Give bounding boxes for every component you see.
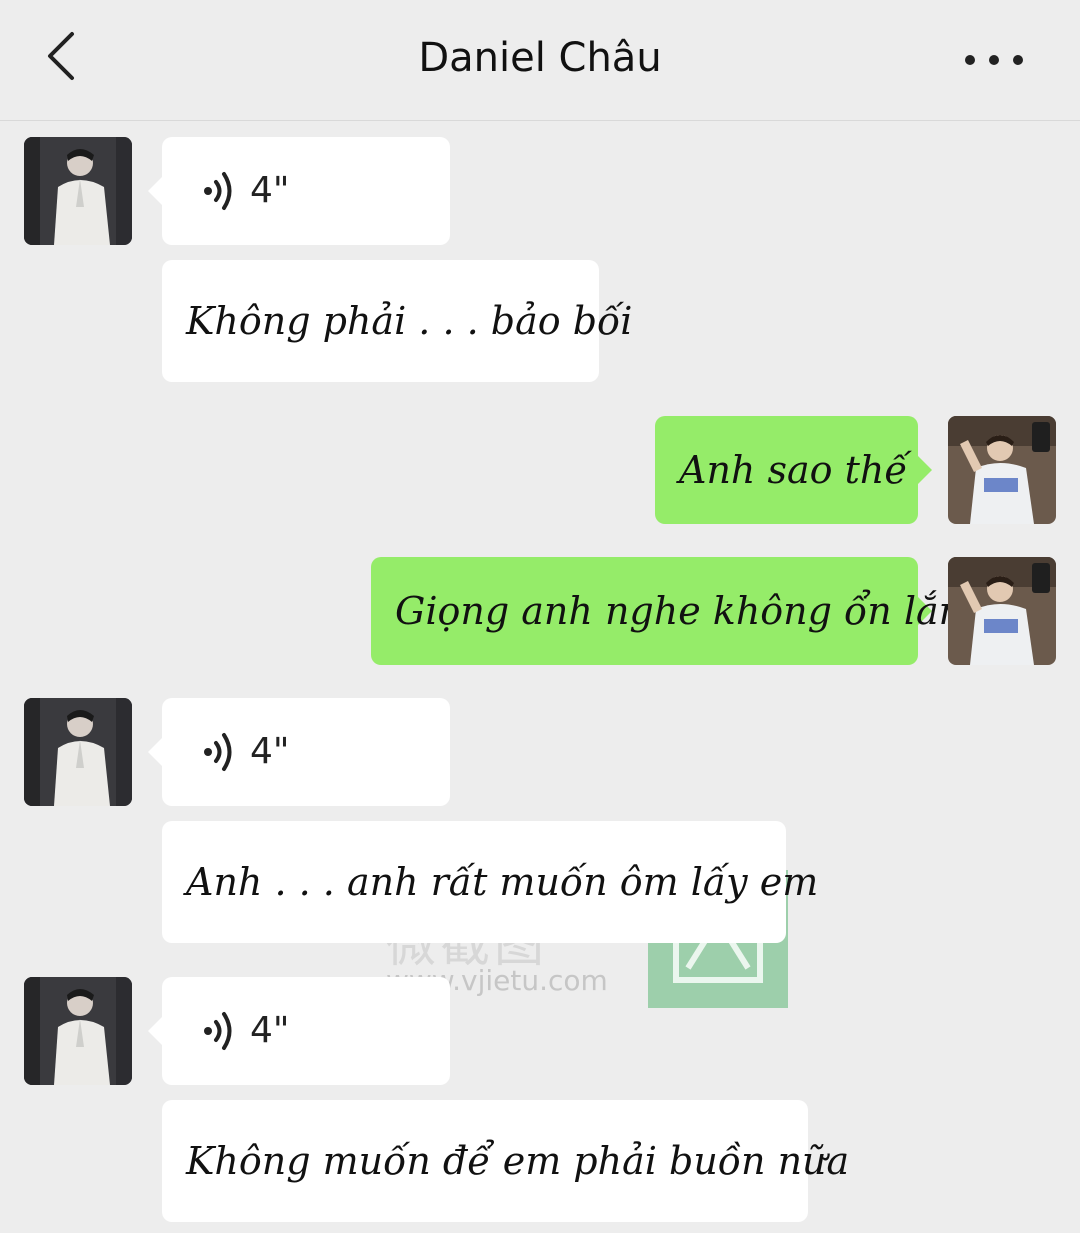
bubble-tail — [148, 738, 162, 766]
text-message[interactable]: Anh . . . anh rất muốn ôm lấy em — [162, 821, 819, 943]
voice-wave-icon — [204, 172, 232, 210]
contact-photo-icon — [24, 698, 132, 806]
contact-avatar[interactable] — [24, 698, 132, 806]
my-avatar[interactable] — [948, 557, 1056, 665]
voice-duration: 4" — [250, 170, 290, 211]
text-message[interactable]: Anh sao thế — [655, 416, 932, 524]
message-text: Anh . . . anh rất muốn ôm lấy em — [186, 860, 819, 904]
bubble-tail — [918, 456, 932, 484]
my-photo-icon — [948, 557, 1056, 665]
voice-duration: 4" — [250, 1010, 290, 1051]
contact-avatar[interactable] — [24, 137, 132, 245]
voice-duration: 4" — [250, 731, 290, 772]
text-message[interactable]: Không phải . . . bảo bối — [162, 260, 633, 382]
bubble-tail — [148, 177, 162, 205]
voice-message[interactable]: 4" — [148, 137, 450, 245]
more-dots-icon — [965, 55, 1023, 65]
message-text: Không phải . . . bảo bối — [186, 299, 633, 343]
voice-wave-icon — [204, 1012, 232, 1050]
contact-avatar[interactable] — [24, 977, 132, 1085]
voice-wave-icon — [204, 733, 232, 771]
voice-message[interactable]: 4" — [148, 977, 450, 1085]
text-message[interactable]: Không muốn để em phải buồn nữa — [162, 1100, 850, 1222]
contact-photo-icon — [24, 137, 132, 245]
chat-header: Daniel Châu — [0, 0, 1080, 121]
more-button[interactable] — [960, 40, 1030, 80]
chat-title: Daniel Châu — [418, 35, 662, 81]
text-message[interactable]: Giọng anh nghe không ổn lắm — [371, 557, 975, 665]
message-text: Giọng anh nghe không ổn lắm — [395, 589, 975, 633]
bubble-tail — [148, 1017, 162, 1045]
message-text: Anh sao thế — [679, 448, 908, 492]
my-avatar[interactable] — [948, 416, 1056, 524]
message-text: Không muốn để em phải buồn nữa — [186, 1139, 850, 1183]
contact-photo-icon — [24, 977, 132, 1085]
my-photo-icon — [948, 416, 1056, 524]
voice-message[interactable]: 4" — [148, 698, 450, 806]
